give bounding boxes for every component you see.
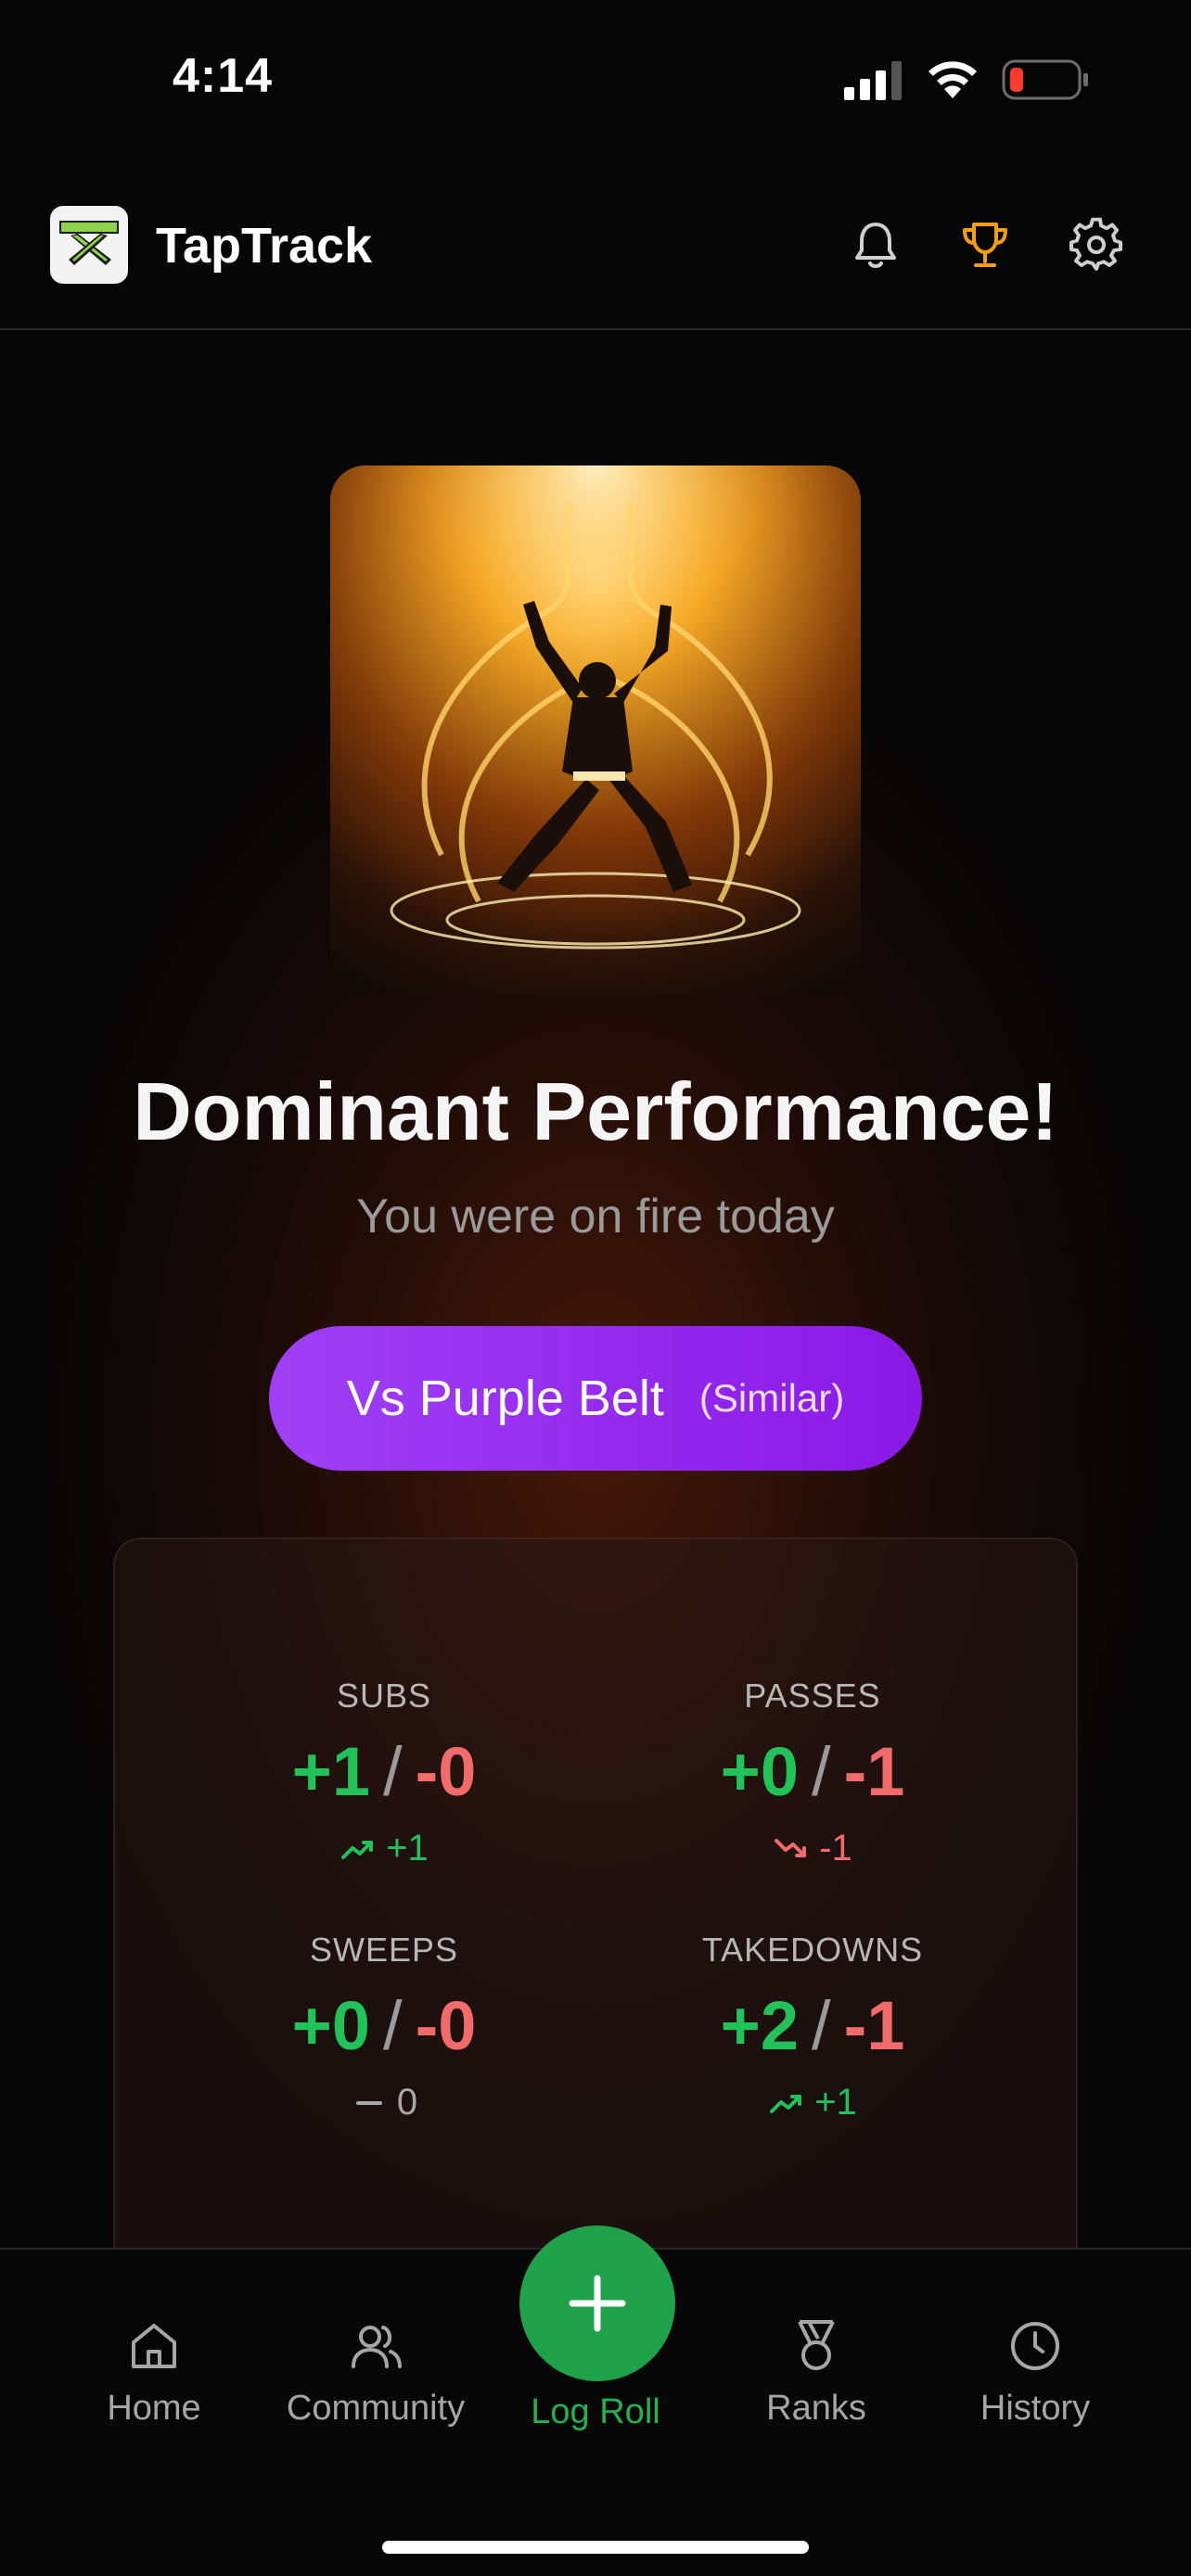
stat-values: +2/-1 xyxy=(590,1986,1035,2065)
nav-history-label: History xyxy=(980,2389,1091,2428)
trend-up-icon xyxy=(770,2094,802,2113)
nav-community[interactable]: Community xyxy=(283,2316,468,2429)
result-headline: Dominant Performance! xyxy=(133,1065,1058,1157)
stat-trend-value: 0 xyxy=(396,2082,418,2123)
clock-icon xyxy=(1011,2322,1059,2370)
nav-history[interactable]: History xyxy=(942,2316,1128,2429)
cellular-signal-icon xyxy=(844,61,902,100)
trophy-icon[interactable] xyxy=(957,217,1013,273)
wifi-icon xyxy=(928,61,977,98)
stat-sweeps: SWEEPS +0/-0 0 xyxy=(161,1931,607,2123)
log-roll-button[interactable] xyxy=(519,2225,675,2381)
stat-separator: / xyxy=(812,1987,831,2064)
app-header: TapTrack xyxy=(0,185,1191,330)
nav-home[interactable]: Home xyxy=(61,2316,247,2429)
stat-label: SUBS xyxy=(336,1677,432,1715)
opponent-similarity-tag: (Similar) xyxy=(698,1376,845,1420)
hero-image xyxy=(330,465,861,994)
nav-home-label: Home xyxy=(107,2389,201,2428)
nav-ranks[interactable]: Ranks xyxy=(724,2316,909,2429)
log-roll-label[interactable]: Log Roll xyxy=(445,2392,746,2432)
stat-separator: / xyxy=(383,1733,403,1810)
stat-won: +2 xyxy=(720,1987,799,2064)
result-subline: You were on fire today xyxy=(356,1190,835,1243)
nav-community-label: Community xyxy=(286,2389,466,2428)
stat-values: +0/-1 xyxy=(590,1732,1035,1811)
users-icon xyxy=(352,2326,402,2368)
stat-lost: -0 xyxy=(415,1987,477,2064)
plus-icon xyxy=(569,2275,626,2332)
stat-label: PASSES xyxy=(744,1677,881,1715)
home-indicator[interactable] xyxy=(382,2541,809,2554)
opponent-belt-pill[interactable]: Vs Purple Belt (Similar) xyxy=(269,1326,922,1471)
stat-label: TAKEDOWNS xyxy=(701,1931,924,1969)
stat-trend-value: +1 xyxy=(386,1828,429,1868)
app-title: TapTrack xyxy=(156,218,373,274)
bell-icon[interactable] xyxy=(848,217,903,273)
status-time: 4:14 xyxy=(173,49,274,103)
trend-down-icon xyxy=(775,1838,807,1857)
stats-card: SUBS +1/-0 +1 PASSES +0/-1 -1 SWEEPS +0/… xyxy=(113,1537,1078,2298)
home-icon xyxy=(132,2324,176,2368)
stat-lost: -0 xyxy=(415,1733,477,1810)
stat-trend-value: -1 xyxy=(819,1828,852,1868)
stat-trend-value: +1 xyxy=(814,2082,857,2123)
nav-ranks-label: Ranks xyxy=(766,2389,866,2428)
stat-separator: / xyxy=(383,1987,403,2064)
stat-separator: / xyxy=(812,1733,831,1810)
stat-trend: 0 xyxy=(161,2082,607,2123)
app-logo xyxy=(50,206,128,284)
opponent-belt-label: Vs Purple Belt xyxy=(346,1371,664,1426)
gear-icon[interactable] xyxy=(1069,217,1124,273)
stat-lost: -1 xyxy=(843,1733,905,1810)
stat-subs: SUBS +1/-0 +1 xyxy=(161,1677,607,1869)
stat-label: SWEEPS xyxy=(309,1931,459,1969)
stat-trend: -1 xyxy=(590,1828,1035,1869)
stat-won: +0 xyxy=(720,1733,799,1810)
fire-fighter-illustration xyxy=(330,465,861,994)
trend-up-icon xyxy=(341,1840,374,1859)
stat-trend: +1 xyxy=(161,1828,607,1869)
trend-flat-icon xyxy=(355,2100,382,2105)
battery-icon xyxy=(1002,59,1088,100)
stat-won: +0 xyxy=(291,1987,370,2064)
screen: 4:14 TapTrack Dominant Performance! You … xyxy=(0,0,1191,2576)
status-bar: 4:14 xyxy=(0,0,1191,158)
medal-icon xyxy=(798,2320,835,2370)
stat-won: +1 xyxy=(291,1733,370,1810)
stat-values: +1/-0 xyxy=(161,1732,607,1811)
stat-values: +0/-0 xyxy=(161,1986,607,2065)
stat-lost: -1 xyxy=(843,1987,905,2064)
stat-takedowns: TAKEDOWNS +2/-1 +1 xyxy=(590,1931,1035,2123)
stat-passes: PASSES +0/-1 -1 xyxy=(590,1677,1035,1869)
stat-trend: +1 xyxy=(590,2082,1035,2123)
